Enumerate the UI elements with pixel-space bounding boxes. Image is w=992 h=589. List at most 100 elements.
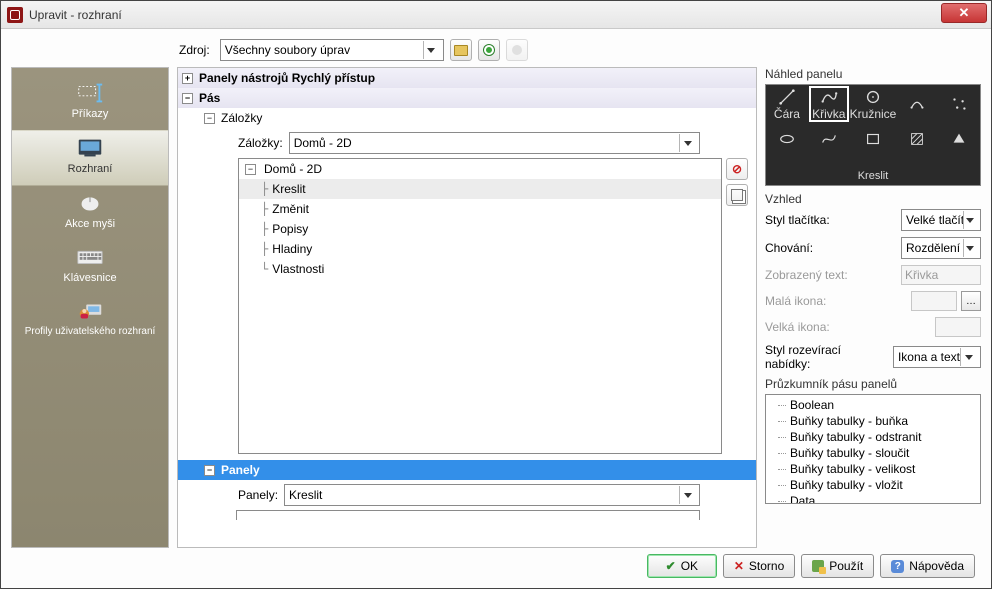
- interface-icon: [74, 137, 106, 159]
- explorer-item[interactable]: Boolean: [768, 397, 978, 413]
- preview-tool-rect[interactable]: [850, 123, 897, 155]
- preview-tool-line[interactable]: Čára: [766, 85, 808, 123]
- tree-qa-panels[interactable]: + Panely nástrojů Rychlý přístup: [178, 68, 756, 88]
- ribbon-panel-explorer[interactable]: Boolean Buňky tabulky - buňka Buňky tabu…: [765, 394, 981, 504]
- collapse-icon[interactable]: −: [182, 93, 193, 104]
- delete-button[interactable]: [506, 39, 528, 61]
- preview-tool-points[interactable]: [938, 85, 980, 123]
- explorer-item[interactable]: Buňky tabulky - buňka: [768, 413, 978, 429]
- properties-column: Náhled panelu Čára Křivka: [765, 67, 981, 548]
- preview-tool-spline[interactable]: [808, 123, 850, 155]
- preview-tool-ellipse[interactable]: [766, 123, 808, 155]
- button-style-select[interactable]: Velké tlačítko: [901, 209, 981, 231]
- add-button[interactable]: [478, 39, 500, 61]
- profiles-icon: [74, 300, 106, 322]
- tab-item[interactable]: ├Hladiny: [239, 239, 721, 259]
- cancel-button[interactable]: ✕Storno: [723, 554, 795, 578]
- source-select[interactable]: Všechny soubory úprav: [220, 39, 444, 61]
- dialog-footer: ✔OK ✕Storno Použít ?Nápověda: [11, 548, 981, 584]
- preview-tool-polyline[interactable]: Křivka: [808, 85, 850, 123]
- sidebar-item-interface[interactable]: Rozhraní: [12, 130, 168, 186]
- sidebar-item-label: Rozhraní: [14, 163, 166, 175]
- tab-items-tree[interactable]: − Domů - 2D ├Kreslit ├Změnit ├Popisy ├Hl…: [238, 158, 722, 454]
- tabs-field-label: Záložky:: [238, 136, 283, 150]
- tree-ribbon[interactable]: − Pás: [178, 88, 756, 108]
- delete-item-button[interactable]: ⊘: [726, 158, 748, 180]
- explorer-title: Průzkumník pásu panelů: [765, 377, 981, 391]
- preview-tool-arc[interactable]: [896, 85, 938, 123]
- tab-item[interactable]: ├Popisy: [239, 219, 721, 239]
- ok-button[interactable]: ✔OK: [647, 554, 717, 578]
- behavior-label: Chování:: [765, 241, 901, 255]
- chevron-down-icon: [963, 211, 976, 229]
- chevron-down-icon: [679, 486, 695, 504]
- chevron-down-icon: [963, 239, 976, 257]
- collapse-icon[interactable]: −: [204, 465, 215, 476]
- panels-selector-row: Panely: Kreslit: [238, 484, 700, 506]
- close-button[interactable]: ✕: [941, 3, 987, 23]
- panels-content-stub: [236, 510, 700, 520]
- titlebar[interactable]: Upravit - rozhraní ✕: [1, 1, 991, 29]
- behavior-select[interactable]: Rozdělení s p: [901, 237, 981, 259]
- check-icon: ✔: [666, 559, 676, 573]
- sidebar-item-commands[interactable]: Příkazy: [12, 76, 168, 130]
- explorer-item[interactable]: Buňky tabulky - sloučit: [768, 445, 978, 461]
- preview-tool-circle[interactable]: Kružnice: [850, 85, 897, 123]
- preview-tool-hatch[interactable]: [896, 123, 938, 155]
- preview-tool-region[interactable]: [938, 123, 980, 155]
- commands-icon: [74, 82, 106, 104]
- collapse-icon[interactable]: −: [245, 164, 256, 175]
- structure-pane: + Panely nástrojů Rychlý přístup − Pás −…: [177, 67, 757, 548]
- display-text-field: Křivka: [901, 265, 981, 285]
- app-icon: [7, 7, 23, 23]
- browse-button[interactable]: …: [961, 291, 981, 311]
- panels-field-label: Panely:: [238, 488, 278, 502]
- appearance-group: Vzhled Styl tlačítka: Velké tlačítko Cho…: [765, 192, 981, 371]
- explorer-item[interactable]: Buňky tabulky - vložit: [768, 477, 978, 493]
- appearance-title: Vzhled: [765, 192, 981, 206]
- mouse-icon: [74, 192, 106, 214]
- sidebar-item-label: Příkazy: [14, 108, 166, 120]
- explorer-item[interactable]: Buňky tabulky - odstranit: [768, 429, 978, 445]
- tree-tabs[interactable]: − Záložky: [178, 108, 756, 128]
- source-value: Všechny soubory úprav: [225, 43, 350, 57]
- display-text-label: Zobrazený text:: [765, 268, 901, 282]
- keyboard-icon: [74, 246, 106, 268]
- explorer-item[interactable]: Data: [768, 493, 978, 504]
- dialog-window: Upravit - rozhraní ✕ Zdroj: Všechny soub…: [0, 0, 992, 589]
- dropdown-style-select[interactable]: Ikona a text: [893, 346, 981, 368]
- close-icon: ✕: [734, 559, 744, 573]
- panels-select[interactable]: Kreslit: [284, 484, 700, 506]
- preview-group-label: Kreslit: [766, 167, 980, 185]
- help-icon: ?: [891, 560, 904, 573]
- collapse-icon[interactable]: −: [204, 113, 215, 124]
- source-label: Zdroj:: [179, 43, 210, 57]
- sidebar-item-mouse[interactable]: Akce myši: [12, 186, 168, 240]
- preview-group: Náhled panelu Čára Křivka: [765, 67, 981, 186]
- source-row: Zdroj: Všechny soubory úprav: [179, 39, 981, 61]
- chevron-down-icon: [960, 348, 976, 366]
- tab-item[interactable]: ├Změnit: [239, 199, 721, 219]
- sidebar-item-label: Akce myši: [14, 218, 166, 230]
- sidebar-item-profiles[interactable]: Profily uživatelského rozhraní: [12, 294, 168, 347]
- apply-button[interactable]: Použít: [801, 554, 874, 578]
- tree-panels[interactable]: − Panely: [178, 460, 756, 480]
- tab-root[interactable]: − Domů - 2D: [239, 159, 721, 179]
- sidebar-item-keyboard[interactable]: Klávesnice: [12, 240, 168, 294]
- large-icon-label: Velká ikona:: [765, 320, 901, 334]
- chevron-down-icon: [423, 41, 439, 59]
- tab-item[interactable]: └Vlastnosti: [239, 259, 721, 279]
- tab-item[interactable]: ├Kreslit: [239, 179, 721, 199]
- open-folder-button[interactable]: [450, 39, 472, 61]
- apply-icon: [812, 560, 824, 572]
- dialog-content: Zdroj: Všechny soubory úprav Příkazy: [1, 29, 991, 588]
- explorer-group: Průzkumník pásu panelů Boolean Buňky tab…: [765, 377, 981, 548]
- expand-icon[interactable]: +: [182, 73, 193, 84]
- sidebar-item-label: Profily uživatelského rozhraní: [14, 326, 166, 337]
- sidebar-item-label: Klávesnice: [14, 272, 166, 284]
- chevron-down-icon: [679, 134, 695, 152]
- help-button[interactable]: ?Nápověda: [880, 554, 975, 578]
- copy-item-button[interactable]: [726, 184, 748, 206]
- tabs-select[interactable]: Domů - 2D: [289, 132, 700, 154]
- explorer-item[interactable]: Buňky tabulky - velikost: [768, 461, 978, 477]
